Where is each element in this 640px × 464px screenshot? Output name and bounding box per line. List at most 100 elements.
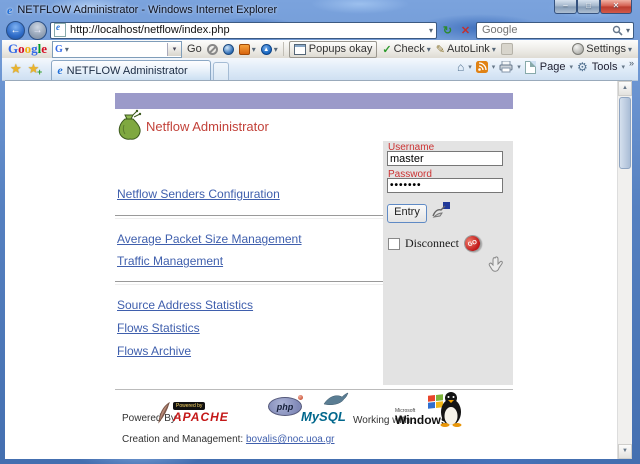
home-dropdown-icon[interactable]: ▾: [468, 63, 472, 71]
favorites-center-icon[interactable]: ★: [10, 61, 22, 77]
feeds-icon[interactable]: [475, 61, 488, 73]
page-icon[interactable]: [524, 60, 536, 74]
settings-button[interactable]: Settings ▾: [572, 43, 632, 55]
search-box[interactable]: ▾: [476, 21, 634, 39]
username-field[interactable]: [387, 151, 503, 166]
scrollbar-thumb[interactable]: [619, 97, 631, 169]
print-icon[interactable]: [499, 61, 513, 73]
nav-link-flows-statistics[interactable]: Flows Statistics: [117, 321, 200, 335]
check-dropdown-icon: ▾: [426, 44, 431, 54]
login-panel: Username Password Entry Disconnect GO: [383, 141, 513, 385]
go-badge[interactable]: GO: [461, 232, 484, 255]
autolink-dropdown-icon: ▾: [491, 44, 496, 54]
tux-penguin-icon: [440, 392, 462, 427]
add-favorite-icon[interactable]: ★ +: [28, 61, 43, 77]
nav-link-traffic-management[interactable]: Traffic Management: [117, 254, 223, 268]
magnifier-icon[interactable]: [612, 25, 623, 36]
blocked-icon[interactable]: [206, 43, 218, 55]
print-dropdown-icon[interactable]: ▾: [517, 63, 521, 71]
mysql-logo: MySQL: [301, 392, 353, 424]
dolphin-icon: [323, 392, 349, 406]
highlighter-icon-disabled: [500, 43, 513, 55]
overflow-chevron-icon[interactable]: »: [629, 58, 634, 68]
hand-pen-icon: [432, 202, 450, 218]
stop-button[interactable]: ✕: [458, 24, 473, 37]
check-icon: ✓: [382, 43, 392, 56]
forward-button[interactable]: →: [28, 20, 47, 40]
refresh-button[interactable]: ↻: [440, 24, 455, 37]
php-label: php: [276, 401, 294, 412]
divider: [115, 215, 383, 219]
maximize-button[interactable]: □: [577, 0, 600, 14]
scroll-up-icon[interactable]: ▲: [618, 81, 632, 96]
pagerank-dropdown-icon[interactable]: ▾: [252, 45, 256, 54]
page-dropdown-icon[interactable]: ▾: [570, 63, 574, 71]
disconnect-row: Disconnect GO: [388, 232, 484, 255]
page-header-bar: [115, 93, 513, 109]
autolink-button[interactable]: ✎ AutoLink ▾: [436, 43, 496, 56]
search-dropdown-icon[interactable]: ▾: [626, 26, 630, 35]
plus-icon: +: [37, 67, 43, 77]
new-tab-stub[interactable]: [213, 62, 230, 80]
settings-dropdown-icon: ▾: [627, 44, 632, 54]
address-bar: ← → e http://localhost/netflow/index.php…: [0, 20, 640, 40]
browser-window: e NETFLOW Administrator - Windows Intern…: [0, 0, 640, 464]
pagerank-group: ▾: [238, 43, 256, 55]
scroll-down-icon[interactable]: ▼: [618, 444, 632, 459]
window-title: NETFLOW Administrator - Windows Internet…: [17, 4, 278, 16]
home-icon[interactable]: ⌂: [457, 60, 464, 74]
mouse-cursor-icon: [488, 256, 503, 272]
close-button[interactable]: ✕: [600, 0, 632, 14]
nav-link-netflow-senders[interactable]: Netflow Senders Configuration: [117, 187, 280, 201]
entry-button[interactable]: Entry: [387, 204, 427, 223]
nav-link-avg-packet-size[interactable]: Average Packet Size Management: [117, 232, 302, 246]
feeds-dropdown-icon[interactable]: ▾: [492, 63, 496, 71]
vertical-scrollbar[interactable]: ▲ ▼: [617, 81, 632, 459]
url-text[interactable]: http://localhost/netflow/index.php: [70, 24, 425, 36]
check-label: Check: [393, 43, 425, 55]
google-history-dropdown-icon[interactable]: ▾: [167, 42, 182, 56]
bookmark-group: ▲ ▾: [260, 43, 278, 55]
autolink-label: AutoLink: [447, 43, 490, 55]
google-logo: Google: [8, 41, 48, 56]
disconnect-checkbox[interactable]: [388, 237, 400, 250]
google-go-button[interactable]: Go: [187, 43, 202, 55]
tab-netflow-administrator[interactable]: e NETFLOW Administrator: [51, 60, 212, 80]
pagerank-icon[interactable]: [238, 43, 250, 55]
bookmark-icon[interactable]: ▲: [260, 43, 272, 55]
gear-icon[interactable]: ⚙: [577, 60, 588, 74]
tab-favicon-icon: e: [57, 63, 63, 77]
ie-logo-icon: e: [7, 2, 13, 17]
nav-link-source-address-stats[interactable]: Source Address Statistics: [117, 298, 253, 312]
minimize-button[interactable]: –: [554, 0, 577, 14]
email-link[interactable]: bovalis@noc.uoa.gr: [246, 434, 335, 445]
money-bag-icon: [118, 109, 142, 140]
search-input[interactable]: [480, 23, 609, 37]
php-logo: php: [268, 395, 303, 416]
url-field[interactable]: e http://localhost/netflow/index.php ▾: [50, 21, 437, 39]
tools-dropdown-icon[interactable]: ▾: [621, 63, 625, 71]
apache-logo: Powered by APACHE: [158, 402, 229, 424]
back-button[interactable]: ←: [6, 20, 25, 40]
globe-icon[interactable]: [222, 43, 234, 55]
url-dropdown-icon[interactable]: ▾: [429, 26, 433, 35]
command-bar-right: ⌂ ▾ ▾ ▾ Page ▾ ⚙ Tools ▾ »: [457, 56, 634, 80]
google-search-field[interactable]: [69, 42, 167, 57]
creation-line: Creation and Management: bovalis@noc.uoa…: [122, 434, 335, 445]
popups-label: Popups okay: [308, 43, 373, 55]
disconnect-label: Disconnect: [405, 236, 459, 250]
apache-tagline: Powered by: [173, 402, 206, 410]
tools-menu[interactable]: Tools: [592, 61, 618, 73]
page-title: Netflow Administrator: [146, 119, 269, 134]
settings-ball-icon: [572, 43, 585, 55]
bookmark-dropdown-icon[interactable]: ▾: [274, 45, 278, 54]
settings-label: Settings: [586, 43, 626, 55]
nav-link-flows-archive[interactable]: Flows Archive: [117, 344, 191, 358]
page-menu[interactable]: Page: [540, 61, 566, 73]
feather-icon: [158, 402, 170, 424]
popups-button[interactable]: Popups okay: [288, 40, 378, 58]
password-field[interactable]: [387, 178, 503, 193]
spellcheck-button[interactable]: ✓ Check ▾: [382, 43, 430, 56]
google-g-icon[interactable]: G: [53, 44, 65, 55]
google-search-combo[interactable]: G ▾ ▾: [52, 40, 183, 58]
